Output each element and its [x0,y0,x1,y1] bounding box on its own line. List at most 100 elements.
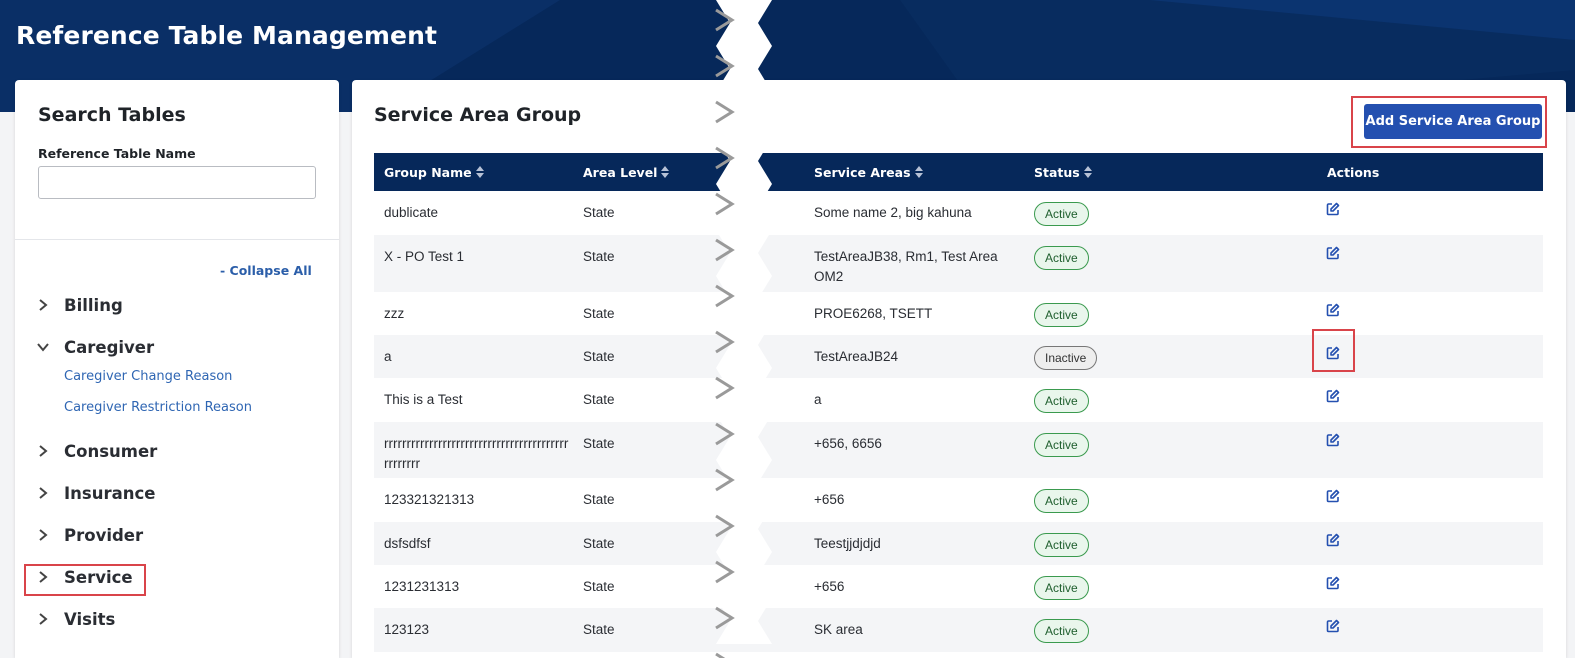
edit-icon[interactable] [1326,533,1340,547]
table-row: zzz State PROE6268, TSETT Active [374,292,1543,335]
main-panel: Service Area Group Add Service Area Grou… [352,80,1566,658]
edit-icon[interactable] [1326,433,1340,447]
cell-service-areas: +656 [814,492,845,507]
table-row: X - PO Test 1 State TestAreaJB38, Rm1, Tes… [374,235,1543,292]
status-badge: Active [1034,619,1089,643]
cell-group-name: rrrrrrrrrrrrrrrrrrrrrrrrrrrrrrrrrrrrrrrr… [384,436,569,471]
column-header-status[interactable]: Status [1034,153,1092,191]
category-insurance[interactable]: Insurance [37,480,297,506]
edit-icon[interactable] [1326,576,1340,590]
category-label: Insurance [64,483,156,503]
status-badge: Active [1034,576,1089,600]
cell-service-areas: TestAreaJB38, Rm1, Test Area OM2 [814,249,998,284]
table-row: 123123 State SK area Active [374,608,1543,652]
status-badge: Active [1034,489,1089,513]
highlight-box [24,564,146,596]
reference-table-search-input[interactable] [38,166,316,199]
page-title: Reference Table Management [16,21,438,50]
sort-icon [475,166,484,178]
cell-group-name: zzz [384,306,405,321]
cell-area-level: State [583,249,615,264]
chevron-right-icon [37,487,49,499]
cell-service-areas: +656, 6656 [814,436,882,451]
category-consumer[interactable]: Consumer [37,438,297,464]
cell-area-level: State [583,392,615,407]
cell-group-name: 1231231313 [384,579,460,594]
table-row: dublicate State Some name 2, big kahuna Act… [374,191,1543,235]
chevron-right-icon [37,299,49,311]
sidebar-divider [15,239,339,240]
cell-service-areas: PROE6268, TSETT [814,306,933,321]
chevron-right-icon [37,445,49,457]
cell-area-level: State [583,622,615,637]
cell-service-areas: +656 [814,579,845,594]
column-header-actions: Actions [1327,164,1380,180]
category-label: Provider [64,525,144,545]
status-badge: Active [1034,433,1089,457]
cell-area-level: State [583,536,615,551]
search-label: Reference Table Name [38,146,196,161]
category-label: Caregiver [64,337,155,357]
add-service-area-group-button[interactable]: Add Service Area Group [1364,104,1542,139]
cell-group-name: X - PO Test 1 [384,249,465,264]
cell-group-name: dsfsdfsf [384,536,431,551]
table-row: a State TestAreaJB24 Inactive [374,335,1543,378]
torn-page-separator [715,0,772,658]
status-badge: Active [1034,533,1089,557]
cell-service-areas: a [814,392,822,407]
table-header: Group Name Area Level Service Areas Stat… [374,153,1543,191]
cell-area-level: State [583,579,615,594]
link-caregiver-change-reason[interactable]: Caregiver Change Reason [64,369,232,384]
cell-area-level: State [583,436,615,451]
chevron-right-icon [37,529,49,541]
category-label: Visits [64,609,116,629]
cell-service-areas: Some name 2, big kahuna [814,205,972,220]
category-label: Billing [64,295,123,315]
sort-icon [1083,166,1092,178]
column-header-group-name[interactable]: Group Name [384,153,484,191]
cell-service-areas: TestAreaJB24 [814,349,899,364]
edit-icon[interactable] [1326,246,1340,260]
cell-group-name: dublicate [384,205,439,220]
chevron-right-icon [37,613,49,625]
sort-icon [914,166,923,178]
collapse-all-link[interactable]: - Collapse All [220,263,312,278]
sort-icon [661,166,670,178]
edit-icon[interactable] [1326,389,1340,403]
status-badge: Active [1034,202,1089,226]
cell-area-level: State [583,349,615,364]
table-row: 1231231313 State +656 Active [374,565,1543,608]
cell-area-level: State [583,205,615,220]
category-billing[interactable]: Billing [37,292,297,318]
highlight-box [1312,329,1355,372]
cell-area-level: State [583,492,615,507]
column-header-service-areas[interactable]: Service Areas [814,153,923,191]
cell-group-name: 123123 [384,622,430,637]
table-row: dsfsdfsf State Teestjjdjdjd Active [374,522,1543,565]
category-caregiver[interactable]: Caregiver [37,334,297,360]
table-row: rrrrrrrrrrrrrrrrrrrrrrrrrrrrrrrrrrrrrrrr… [374,422,1543,478]
status-badge: Active [1034,246,1089,270]
cell-group-name: a [384,349,392,364]
cell-group-name: This is a Test [384,392,463,407]
category-provider[interactable]: Provider [37,522,297,548]
column-header-area-level[interactable]: Area Level [583,153,670,191]
sidebar-title: Search Tables [38,104,186,126]
category-visits[interactable]: Visits [37,606,297,632]
chevron-down-icon [37,341,49,353]
cell-service-areas: SK area [814,622,863,637]
sidebar: Search Tables Reference Table Name - Col… [15,80,339,658]
edit-icon[interactable] [1326,303,1340,317]
category-label: Consumer [64,441,158,461]
cell-service-areas: Teestjjdjdjd [814,536,881,551]
edit-icon[interactable] [1326,489,1340,503]
edit-icon[interactable] [1326,202,1340,216]
status-badge: Inactive [1034,346,1098,370]
status-badge: Active [1034,389,1089,413]
link-caregiver-restriction-reason[interactable]: Caregiver Restriction Reason [64,400,252,415]
status-badge: Active [1034,303,1089,327]
table-title: Service Area Group [374,104,582,126]
cell-group-name: 123321321313 [384,492,475,507]
table-row: 123321321313 State +656 Active [374,478,1543,522]
edit-icon[interactable] [1326,619,1340,633]
